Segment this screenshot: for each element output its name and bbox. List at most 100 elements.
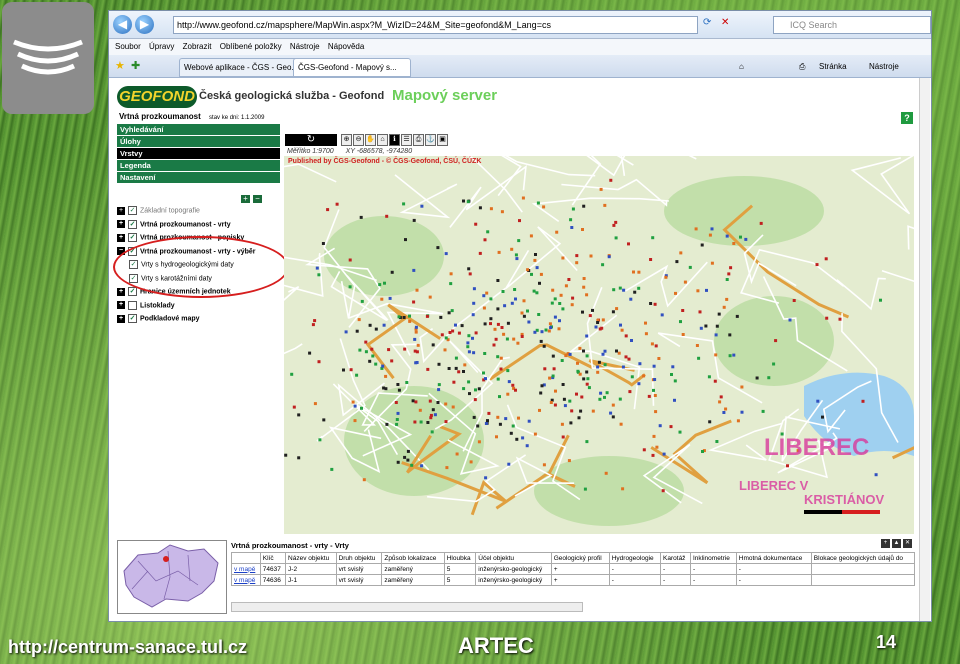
borehole-marker xyxy=(755,376,759,380)
print-icon[interactable]: ⎙ xyxy=(799,58,805,75)
zoom-in-icon[interactable]: ⊕ xyxy=(341,134,352,146)
table-horizontal-scrollbar[interactable] xyxy=(231,602,583,612)
table-maximize-icon[interactable]: ▲ xyxy=(892,539,901,548)
menu-soubor[interactable]: Soubor xyxy=(115,39,141,55)
layer-checkbox[interactable]: ✓ xyxy=(128,233,137,242)
print-icon[interactable]: ⎙ xyxy=(413,134,424,146)
borehole-marker xyxy=(722,305,726,309)
borehole-marker xyxy=(601,263,605,267)
favorites-star-icon[interactable]: ★ xyxy=(115,59,125,72)
tools-menu[interactable]: Nástroje xyxy=(869,58,899,75)
list-icon[interactable]: ☰ xyxy=(401,134,412,146)
map-canvas[interactable]: Published by ČGS-Geofond - © ČGS-Geofond… xyxy=(284,156,914,534)
layer-checkbox[interactable]: ✓ xyxy=(128,206,137,215)
borehole-marker xyxy=(698,310,702,314)
borehole-marker xyxy=(498,395,501,399)
layer-checkbox[interactable]: ✓ xyxy=(128,287,137,296)
layer-expand-icon[interactable]: + xyxy=(117,206,125,215)
borehole-marker xyxy=(437,362,441,366)
borehole-marker xyxy=(431,343,435,347)
layer-checkbox[interactable]: ✓ xyxy=(128,219,137,229)
table-row: v mapě 74637 J-2 vrt svislý zaměřený 5 inženýr… xyxy=(231,563,916,575)
borehole-marker xyxy=(415,361,419,364)
layer-expand-icon[interactable]: + xyxy=(117,287,125,296)
layer-expand-icon[interactable]: + xyxy=(117,220,125,228)
borehole-marker xyxy=(436,401,440,404)
refresh-map-icon[interactable]: ↻ xyxy=(285,134,337,146)
borehole-marker xyxy=(540,330,544,334)
borehole-marker xyxy=(474,331,478,335)
borehole-marker xyxy=(500,326,504,329)
home-icon[interactable]: ⌂ xyxy=(377,134,388,146)
menu-oblibene[interactable]: Oblíbené položky xyxy=(220,39,282,55)
borehole-marker xyxy=(561,435,565,439)
borehole-marker xyxy=(725,278,729,281)
menu-upravy[interactable]: Úpravy xyxy=(149,39,174,55)
borehole-marker xyxy=(679,251,683,255)
collapse-all-icon[interactable]: − xyxy=(253,195,262,203)
borehole-marker xyxy=(627,242,630,246)
layer-expand-icon[interactable]: + xyxy=(117,314,125,323)
borehole-marker xyxy=(505,337,509,341)
table-cell: - xyxy=(608,574,662,586)
borehole-marker xyxy=(713,379,717,383)
borehole-marker xyxy=(729,266,733,270)
menu-item-4[interactable]: Nastavení xyxy=(117,172,280,184)
help-icon[interactable]: ? xyxy=(901,112,913,124)
menu-napoveda[interactable]: Nápověda xyxy=(328,39,364,55)
menu-item-0[interactable]: Vyhledávání xyxy=(117,124,280,136)
menu-item-1[interactable]: Úlohy xyxy=(117,136,280,148)
borehole-marker xyxy=(462,370,465,373)
pan-icon[interactable]: ✋ xyxy=(365,134,376,146)
borehole-marker xyxy=(582,285,586,289)
layer-checkbox[interactable]: ✓ xyxy=(128,314,137,323)
info-icon[interactable]: ℹ xyxy=(389,134,400,146)
layer-expand-icon[interactable]: + xyxy=(117,301,125,309)
overview-map[interactable] xyxy=(117,540,227,614)
add-favorite-icon[interactable]: ✚ xyxy=(131,59,140,72)
back-icon[interactable]: ◀ xyxy=(113,15,132,34)
forward-icon[interactable]: ▶ xyxy=(135,15,154,34)
refresh-icon[interactable]: ⟳ xyxy=(703,17,711,28)
table-close-icon[interactable]: ✕ xyxy=(903,539,912,548)
borehole-marker xyxy=(792,299,796,302)
borehole-marker xyxy=(436,246,440,250)
expand-all-icon[interactable]: + xyxy=(241,195,250,203)
layer-expand-icon[interactable]: + xyxy=(117,233,125,242)
borehole-marker xyxy=(420,204,424,208)
url-input[interactable]: http://www.geofond.cz/mapsphere/MapWin.a… xyxy=(173,16,698,34)
show-on-map-link[interactable]: v mapě xyxy=(231,574,261,586)
anchor-icon[interactable]: ⚓ xyxy=(425,134,436,146)
tab-webove-aplikace[interactable]: Webové aplikace - ČGS - Geo... xyxy=(179,58,299,77)
borehole-marker xyxy=(403,455,407,459)
search-input[interactable]: ICQ Search xyxy=(773,16,931,34)
table-cell: inženýrsko-geologický xyxy=(475,563,552,575)
borehole-marker xyxy=(603,395,606,399)
layer-heading: Vrtná prozkoumanost stav ke dni: 1.1.200… xyxy=(119,112,264,121)
stop-icon[interactable]: ✕ xyxy=(721,17,729,28)
layer-checkbox[interactable] xyxy=(128,300,137,310)
tab-cgs-geofond[interactable]: ČGS-Geofond - Mapový s... xyxy=(293,58,411,77)
borehole-marker xyxy=(360,299,364,303)
borehole-marker xyxy=(414,330,418,334)
borehole-marker xyxy=(562,397,566,401)
borehole-marker xyxy=(514,253,518,257)
borehole-marker xyxy=(567,278,571,281)
select-icon[interactable]: ▣ xyxy=(437,134,448,146)
borehole-marker xyxy=(520,335,524,338)
borehole-marker xyxy=(538,408,541,412)
borehole-marker xyxy=(578,346,582,350)
menu-item-2[interactable]: Vrstvy xyxy=(117,148,280,160)
borehole-marker xyxy=(621,365,625,369)
borehole-marker xyxy=(560,359,564,362)
page-vertical-scrollbar[interactable] xyxy=(919,78,930,621)
zoom-out-icon[interactable]: ⊖ xyxy=(353,134,364,146)
table-expand-icon[interactable]: + xyxy=(881,539,890,548)
show-on-map-link[interactable]: v mapě xyxy=(231,563,261,575)
menu-zobrazit[interactable]: Zobrazit xyxy=(183,39,212,55)
menu-item-3[interactable]: Legenda xyxy=(117,160,280,172)
home-icon[interactable]: ⌂ xyxy=(739,58,744,75)
page-menu[interactable]: Stránka xyxy=(819,58,847,75)
menu-nastroje[interactable]: Nástroje xyxy=(290,39,320,55)
borehole-marker xyxy=(630,339,633,342)
